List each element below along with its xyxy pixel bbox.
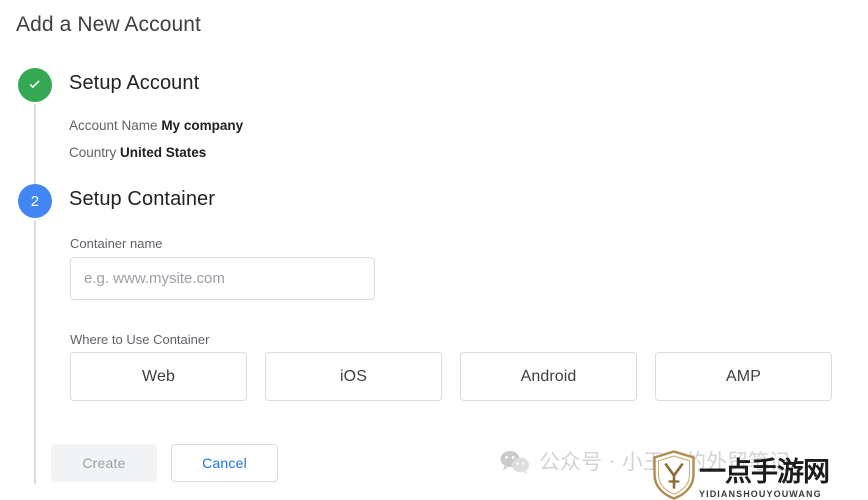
shield-logo-icon xyxy=(653,450,695,500)
stepper-connector-line xyxy=(34,104,36,186)
summary-account-name: Account Name My company xyxy=(69,116,243,136)
dialog-actions: Create Cancel xyxy=(51,444,278,482)
container-name-label: Container name xyxy=(70,236,163,251)
summary-account-name-label: Account Name xyxy=(69,118,158,133)
summary-country: Country United States xyxy=(69,143,206,163)
stepper-connector-line xyxy=(34,220,36,484)
step-title-setup-container: Setup Container xyxy=(69,188,216,210)
platform-option-amp[interactable]: AMP xyxy=(655,352,832,401)
platform-option-group: Web iOS Android AMP xyxy=(70,352,832,401)
site-watermark: 一点手游网 YIDIANSHOUYOUWANG xyxy=(652,450,830,500)
step-title-setup-account: Setup Account xyxy=(69,72,200,94)
container-name-input[interactable] xyxy=(70,257,375,300)
summary-country-label: Country xyxy=(69,145,117,160)
platform-option-web[interactable]: Web xyxy=(70,352,247,401)
where-to-use-container-label: Where to Use Container xyxy=(70,332,210,347)
summary-account-name-value: My company xyxy=(161,118,244,133)
site-watermark-name: 一点手游网 xyxy=(699,457,830,488)
step-complete-check-icon xyxy=(18,68,52,102)
step-number-badge-2: 2 xyxy=(18,184,52,218)
wechat-icon xyxy=(500,450,529,474)
site-watermark-pinyin: YIDIANSHOUYOUWANG xyxy=(699,489,822,499)
site-watermark-text-group: 一点手游网 YIDIANSHOUYOUWANG xyxy=(699,457,830,500)
cancel-button[interactable]: Cancel xyxy=(171,444,278,482)
platform-option-android[interactable]: Android xyxy=(460,352,637,401)
summary-country-value: United States xyxy=(120,145,207,160)
create-button[interactable]: Create xyxy=(51,444,157,482)
page-title: Add a New Account xyxy=(16,13,201,36)
platform-option-ios[interactable]: iOS xyxy=(265,352,442,401)
